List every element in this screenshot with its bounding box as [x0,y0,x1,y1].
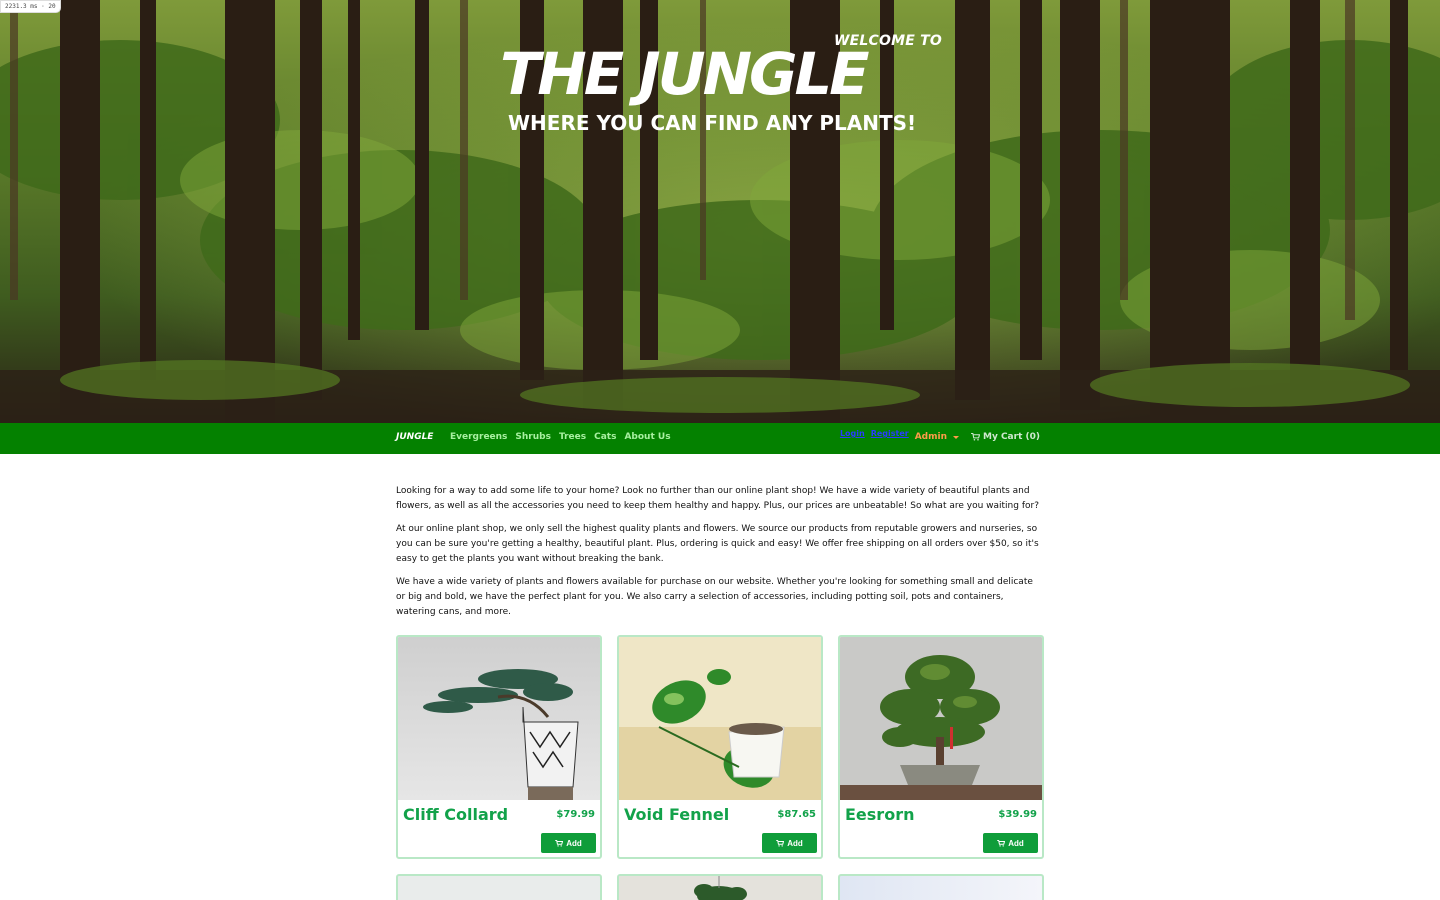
cart-label: My Cart (0) [983,432,1040,442]
add-label: Add [787,838,803,848]
product-image-pothos [619,637,821,800]
register-link[interactable]: Register [871,429,909,438]
nav-link-shrubs[interactable]: Shrubs [515,432,551,442]
product-card [838,874,1044,900]
hero-tagline: WHERE YOU CAN FIND ANY PLANTS! [508,111,917,135]
product-name[interactable]: Eesrorn [845,805,914,824]
admin-label: Admin [914,432,947,442]
product-name[interactable]: Cliff Collard [403,805,508,824]
hero-title: THE JUNGLE [500,40,870,108]
nav-link-about-us[interactable]: About Us [624,432,670,442]
product-card: Eesrorn $39.99 Add [838,635,1044,859]
add-to-cart-button[interactable]: Add [983,833,1038,853]
intro-paragraph: At our online plant shop, we only sell t… [396,524,1039,564]
product-price: $39.99 [998,809,1037,820]
product-name[interactable]: Void Fennel [624,805,729,824]
add-to-cart-button[interactable]: Add [541,833,596,853]
category-nav: Evergreens Shrubs Trees Cats About Us [450,432,671,442]
nav-link-evergreens[interactable]: Evergreens [450,432,507,442]
product-card [617,874,823,900]
brand-logo[interactable]: JUNGLE [396,432,433,442]
main-navbar: JUNGLE Evergreens Shrubs Trees Cats Abou… [0,423,1440,454]
product-price: $87.65 [777,809,816,820]
account-nav: Login Register Admin My Cart (0) [840,429,1040,442]
cart-link[interactable]: My Cart (0) [971,432,1040,442]
intro-paragraph: We have a wide variety of plants and flo… [396,577,1033,617]
product-card: Void Fennel $87.65 Add [617,635,823,859]
product-image-hanging-plant [619,876,821,900]
cart-icon [776,839,785,847]
admin-dropdown[interactable]: Admin [915,432,959,442]
cart-icon [555,839,564,847]
product-card: Cliff Collard $79.99 Add [396,635,602,859]
caret-down-icon [953,435,959,439]
product-card [396,874,602,900]
add-to-cart-button[interactable]: Add [762,833,817,853]
login-link[interactable]: Login [840,429,865,438]
hero-banner: WELCOME TO THE JUNGLE WHERE YOU CAN FIND… [0,0,1440,423]
product-price: $79.99 [556,809,595,820]
intro-paragraph: Looking for a way to add some life to yo… [396,486,1039,511]
nav-link-trees[interactable]: Trees [559,432,586,442]
cart-icon [997,839,1006,847]
intro-section: Looking for a way to add some life to yo… [396,484,1044,628]
add-label: Add [1008,838,1024,848]
add-label: Add [566,838,582,848]
product-image-bonsai-juniper [398,637,600,800]
cart-icon [971,433,980,441]
product-image-bonsai-tree [840,637,1042,800]
timing-badge: 2231.3 ms · 20 [0,0,61,13]
nav-link-cats[interactable]: Cats [594,432,616,442]
